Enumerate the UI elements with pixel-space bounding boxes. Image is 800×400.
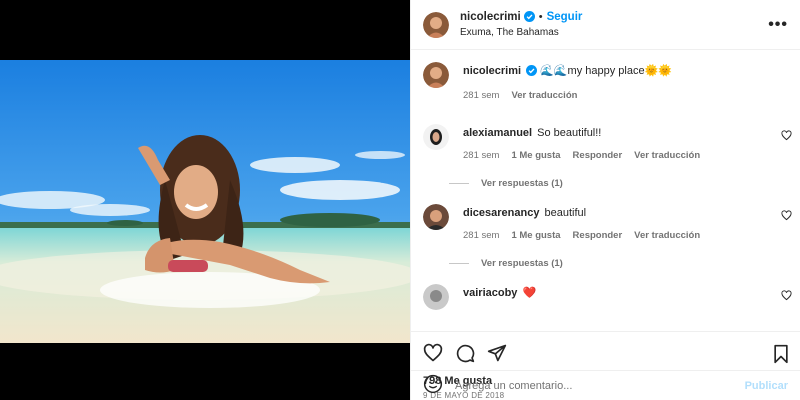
comments-list[interactable]: nicolecrimi 🌊🌊my happy place🌞🌞 281 sem V… (411, 50, 800, 331)
verified-badge-icon (523, 10, 535, 26)
comment-item: alexiamanuel So beautiful!! 281 sem 1 Me… (411, 124, 800, 204)
publish-button[interactable]: Publicar (745, 380, 788, 392)
comment-line: vairiacoby ❤️ (463, 284, 770, 300)
comment-username[interactable]: dicesarenancy (463, 207, 539, 219)
comment-time[interactable]: 281 sem (463, 230, 499, 241)
comment-avatar[interactable] (423, 124, 449, 150)
separator-dot: • (538, 10, 543, 23)
comment-text: So beautiful!! (537, 127, 602, 139)
post-location[interactable]: Exuma, The Bahamas (460, 26, 582, 40)
caption: nicolecrimi 🌊🌊my happy place🌞🌞 281 sem V… (411, 62, 800, 124)
comment-meta: 281 sem 1 Me gusta Responder Ver traducc… (463, 230, 770, 241)
verified-badge-icon (526, 65, 538, 80)
caption-time[interactable]: 281 sem (463, 90, 499, 101)
heart-icon[interactable] (423, 343, 443, 363)
comment-line: alexiamanuel So beautiful!! (463, 124, 770, 140)
caption-translate-link[interactable]: Ver traducción (511, 90, 577, 101)
caption-text: 🌊🌊my happy place🌞🌞 (540, 65, 672, 77)
comment-username[interactable]: alexiamanuel (463, 127, 532, 139)
post-header: nicolecrimi • Seguir Exuma, The Bahamas ••… (411, 0, 800, 50)
bookmark-icon[interactable] (772, 344, 790, 367)
post-photo[interactable] (0, 60, 410, 343)
comment-text: ❤️ (522, 287, 537, 299)
post-side-panel: nicolecrimi • Seguir Exuma, The Bahamas ••… (410, 0, 800, 400)
comment-item: dicesarenancy beautiful 281 sem 1 Me gus… (411, 204, 800, 284)
comment-translate-link[interactable]: Ver traducción (634, 230, 700, 241)
caption-avatar[interactable] (423, 62, 449, 88)
comment-likes[interactable]: 1 Me gusta (511, 150, 560, 161)
view-replies-button[interactable]: Ver respuestas (1) (411, 178, 770, 189)
caption-meta: 281 sem Ver traducción (463, 90, 770, 101)
view-replies-label[interactable]: Ver respuestas (1) (481, 258, 563, 269)
comment-meta: 281 sem 1 Me gusta Responder Ver traducc… (463, 150, 770, 161)
comment-time[interactable]: 281 sem (463, 150, 499, 161)
header-text: nicolecrimi • Seguir Exuma, The Bahamas (460, 10, 582, 40)
author-avatar[interactable] (423, 11, 449, 38)
replies-divider (449, 183, 469, 184)
comment-username[interactable]: vairiacoby (463, 287, 517, 299)
caption-username[interactable]: nicolecrimi (463, 65, 521, 77)
replies-divider (449, 263, 469, 264)
paper-plane-icon[interactable] (487, 343, 507, 363)
comment-avatar[interactable] (423, 284, 449, 310)
more-options-icon[interactable]: ••• (768, 16, 788, 34)
reply-button[interactable]: Responder (573, 230, 623, 241)
reply-button[interactable]: Responder (573, 150, 623, 161)
comment-icon[interactable] (455, 343, 475, 363)
post-media (0, 0, 410, 400)
smiley-icon[interactable] (423, 374, 443, 397)
instagram-post-view: nicolecrimi • Seguir Exuma, The Bahamas ••… (0, 0, 800, 400)
comment-like-heart-icon[interactable] (781, 290, 792, 304)
caption-line: nicolecrimi 🌊🌊my happy place🌞🌞 (463, 62, 770, 80)
comment-line: dicesarenancy beautiful (463, 204, 770, 220)
comment-item: vairiacoby ❤️ (411, 284, 800, 314)
author-username[interactable]: nicolecrimi (460, 11, 521, 23)
add-comment-bar: Publicar (411, 370, 800, 400)
comment-like-heart-icon[interactable] (781, 210, 792, 224)
comment-text: beautiful (544, 207, 587, 219)
post-actions (411, 331, 800, 373)
comment-avatar[interactable] (423, 204, 449, 230)
follow-button[interactable]: Seguir (547, 11, 583, 23)
view-replies-label[interactable]: Ver respuestas (1) (481, 178, 563, 189)
view-replies-button[interactable]: Ver respuestas (1) (411, 258, 770, 269)
comment-like-heart-icon[interactable] (781, 130, 792, 144)
comment-translate-link[interactable]: Ver traducción (634, 150, 700, 161)
comment-likes[interactable]: 1 Me gusta (511, 230, 560, 241)
comment-input[interactable] (455, 379, 745, 392)
